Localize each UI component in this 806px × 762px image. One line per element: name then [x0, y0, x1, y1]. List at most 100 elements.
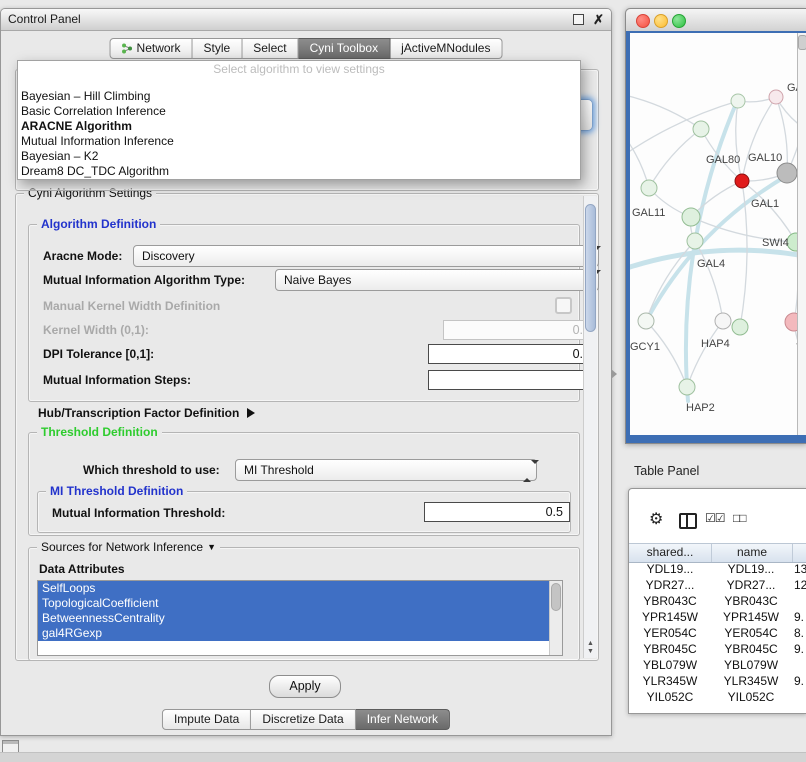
- network-node[interactable]: [693, 121, 709, 137]
- tab-label: Cyni Toolbox: [310, 39, 378, 58]
- algorithm-option-bayesian-k2[interactable]: Bayesian – K2: [18, 149, 580, 164]
- tab-select[interactable]: Select: [242, 38, 298, 59]
- manual-kernel-checkbox[interactable]: [555, 297, 572, 314]
- control-panel-titlebar[interactable]: Control Panel ✗: [1, 9, 611, 31]
- network-node[interactable]: [638, 313, 654, 329]
- table-row[interactable]: YPR145WYPR145W9.: [629, 609, 806, 625]
- network-node[interactable]: [641, 180, 657, 196]
- network-scrollbar-thumb[interactable]: [798, 35, 806, 50]
- network-node-label: GAL1: [751, 198, 779, 210]
- table-cell: 8.: [791, 625, 806, 641]
- scrollbar-arrows-icon[interactable]: ▲▼: [584, 640, 597, 656]
- apply-button[interactable]: Apply: [269, 675, 341, 698]
- network-edge: [646, 321, 687, 387]
- algorithm-option-basic-correlation-inference[interactable]: Basic Correlation Inference: [18, 104, 580, 119]
- table-cell: 9.: [791, 641, 806, 657]
- dpi-tolerance-field[interactable]: 0.0: [428, 344, 597, 364]
- table-cell: YER054C: [711, 625, 791, 641]
- zoom-traffic-light[interactable]: [672, 14, 686, 28]
- hub-section-label[interactable]: Hub/Transcription Factor Definition: [38, 406, 255, 420]
- network-edge: [736, 101, 742, 181]
- settings-scrollbar-thumb[interactable]: [585, 204, 596, 332]
- kernel-width-field[interactable]: 0.0: [443, 320, 597, 340]
- network-view-window: GALGAL80GAL10GAL11GAL1SWI4GAL4GCY1HAP4HA…: [625, 8, 806, 444]
- algorithm-option-bayesian-hill-climbing[interactable]: Bayesian – Hill Climbing: [18, 89, 580, 104]
- algorithm-option-dream8-dc-tdc-algorithm[interactable]: Dream8 DC_TDC Algorithm: [18, 164, 580, 179]
- bottom-bar: [0, 752, 806, 762]
- table-row[interactable]: YLR345WYLR345W9.: [629, 673, 806, 689]
- network-node-label: GAL10: [748, 152, 782, 164]
- table-row[interactable]: YDL19...YDL19...13: [629, 561, 806, 577]
- column-header-shared[interactable]: shared...: [629, 544, 712, 562]
- network-scrollbar[interactable]: [797, 33, 806, 435]
- attributes-list-scrollbar[interactable]: [549, 581, 562, 655]
- network-graph[interactable]: GALGAL80GAL10GAL11GAL1SWI4GAL4GCY1HAP4HA…: [630, 33, 798, 435]
- table-cell: YIL052C: [629, 689, 711, 705]
- table-row[interactable]: YBL079WYBL079W: [629, 657, 806, 673]
- action-tab-label: Infer Network: [367, 710, 438, 729]
- mi-steps-field[interactable]: 6: [428, 370, 597, 390]
- settings-scrollbar[interactable]: ▲▼: [583, 196, 597, 658]
- attribute-item-gal4rgexp[interactable]: gal4RGexp: [38, 626, 554, 641]
- table-row[interactable]: YDR27...YDR27...12: [629, 577, 806, 593]
- action-tab-infer-network[interactable]: Infer Network: [356, 709, 450, 730]
- network-window-titlebar[interactable]: [626, 9, 806, 32]
- panel-splitter-toggle[interactable]: [611, 369, 617, 379]
- float-window-button[interactable]: [573, 14, 584, 25]
- network-node[interactable]: [687, 233, 703, 249]
- attribute-item-betweennesscentrality[interactable]: BetweennessCentrality: [38, 611, 554, 626]
- network-node[interactable]: [731, 94, 745, 108]
- attribute-item-topologicalcoefficient[interactable]: TopologicalCoefficient: [38, 596, 554, 611]
- network-node[interactable]: [679, 379, 695, 395]
- minimize-traffic-light[interactable]: [654, 14, 668, 28]
- gear-icon[interactable]: ⚙: [649, 509, 663, 529]
- algorithm-option-aracne-algorithm[interactable]: ARACNE Algorithm: [18, 119, 580, 134]
- bottom-action-tabs: Impute DataDiscretize Data Infer Network: [162, 709, 450, 730]
- table-row[interactable]: YER054CYER054C8.: [629, 625, 806, 641]
- algorithm-definition-group: Algorithm Definition Aracne Mode: Discov…: [28, 224, 580, 402]
- select-all-checkboxes-icon[interactable]: ☑☑: [705, 511, 725, 525]
- table-panel-window: ⚙ ☑☑ □□ shared...name YDL19...YDL19...13…: [628, 488, 806, 714]
- network-node[interactable]: [777, 163, 797, 183]
- which-threshold-combo[interactable]: MI Threshold: [235, 459, 537, 481]
- table-row[interactable]: YBR043CYBR043C: [629, 593, 806, 609]
- tab-cyni-toolbox[interactable]: Cyni Toolbox: [299, 38, 390, 59]
- mi-type-combo[interactable]: Naive Bayes: [275, 269, 599, 291]
- data-attributes-list[interactable]: SelfLoopsTopologicalCoefficientBetweenne…: [37, 580, 563, 656]
- table-cell: YIL052C: [711, 689, 791, 705]
- aracne-mode-value: Discovery: [142, 246, 195, 266]
- close-traffic-light[interactable]: [636, 14, 650, 28]
- action-tab-impute-data[interactable]: Impute Data: [162, 709, 251, 730]
- algorithm-option-mutual-information-inference[interactable]: Mutual Information Inference: [18, 134, 580, 149]
- table-row[interactable]: YBR045CYBR045C9.: [629, 641, 806, 657]
- network-edge: [742, 97, 776, 181]
- action-tab-discretize-data[interactable]: Discretize Data: [251, 709, 355, 730]
- tab-jactivemnodules[interactable]: jActiveMNodules: [390, 38, 502, 59]
- attribute-item-selfloops[interactable]: SelfLoops: [38, 581, 554, 596]
- deselect-all-checkboxes-icon[interactable]: □□: [733, 511, 746, 525]
- mi-threshold-field[interactable]: 0.5: [424, 502, 570, 522]
- expand-arrow-icon[interactable]: [247, 408, 255, 418]
- mi-threshold-label: Mutual Information Threshold:: [52, 506, 225, 520]
- threshold-definition-title: Threshold Definition: [37, 425, 162, 439]
- sources-group-title[interactable]: Sources for Network Inference▼: [37, 540, 220, 554]
- column-header-extra[interactable]: [793, 544, 806, 562]
- aracne-mode-combo[interactable]: Discovery: [133, 245, 599, 267]
- tab-label: Style: [204, 39, 231, 58]
- network-node[interactable]: [735, 174, 749, 188]
- network-node[interactable]: [769, 90, 783, 104]
- columns-icon[interactable]: [679, 513, 697, 529]
- aracne-mode-label: Aracne Mode:: [43, 249, 122, 263]
- table-row[interactable]: YIL052CYIL052C: [629, 689, 806, 705]
- tab-style[interactable]: Style: [193, 38, 243, 59]
- tab-network[interactable]: Network: [110, 38, 193, 59]
- collapse-arrow-icon[interactable]: ▼: [207, 542, 216, 552]
- network-node[interactable]: [715, 313, 731, 329]
- mi-threshold-group-title: MI Threshold Definition: [46, 484, 187, 498]
- which-threshold-label: Which threshold to use:: [83, 463, 220, 477]
- close-window-button[interactable]: ✗: [593, 13, 604, 26]
- column-header-name[interactable]: name: [712, 544, 793, 562]
- network-node[interactable]: [682, 208, 700, 226]
- network-node[interactable]: [732, 319, 748, 335]
- table-cell: 9.: [791, 673, 806, 689]
